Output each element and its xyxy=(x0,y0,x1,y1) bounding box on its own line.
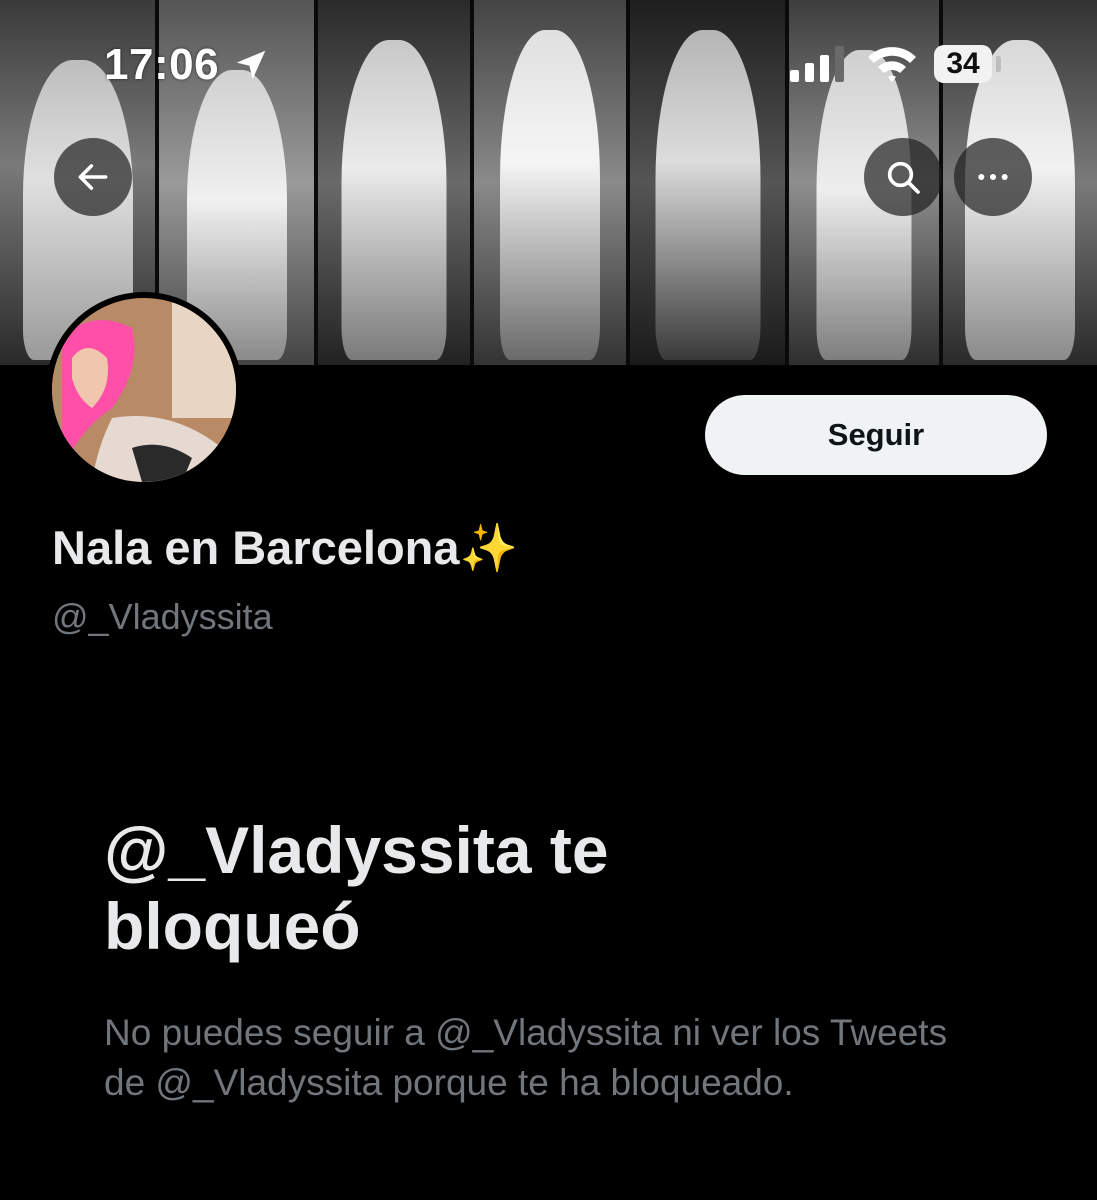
wifi-icon xyxy=(868,47,916,82)
battery-indicator: 34 xyxy=(934,45,992,83)
search-icon xyxy=(887,161,920,194)
profile-display-name: Nala en Barcelona✨ xyxy=(52,521,519,574)
avatar-illustration xyxy=(52,298,236,482)
arrow-left-icon xyxy=(78,164,108,190)
battery-nub xyxy=(996,56,1001,72)
banner-panel xyxy=(318,0,470,365)
blocked-title: @_Vladyssita te bloqueó xyxy=(104,813,609,963)
profile-handle: @_Vladyssita xyxy=(52,596,273,637)
search-button[interactable] xyxy=(864,138,942,216)
banner-panel xyxy=(474,0,626,365)
blocked-description: No puedes seguir a @_Vladyssita ni ver l… xyxy=(104,1012,948,1103)
profile-avatar[interactable] xyxy=(46,292,242,488)
more-options-button[interactable] xyxy=(954,138,1032,216)
location-arrow-icon xyxy=(236,50,266,80)
back-button[interactable] xyxy=(54,138,132,216)
follow-button[interactable]: Seguir xyxy=(705,395,1047,475)
banner-panel xyxy=(630,0,785,365)
cellular-signal-icon xyxy=(790,46,844,82)
more-horizontal-icon xyxy=(978,174,1008,180)
avatar-photo xyxy=(52,298,236,482)
status-time: 17:06 xyxy=(104,40,220,89)
